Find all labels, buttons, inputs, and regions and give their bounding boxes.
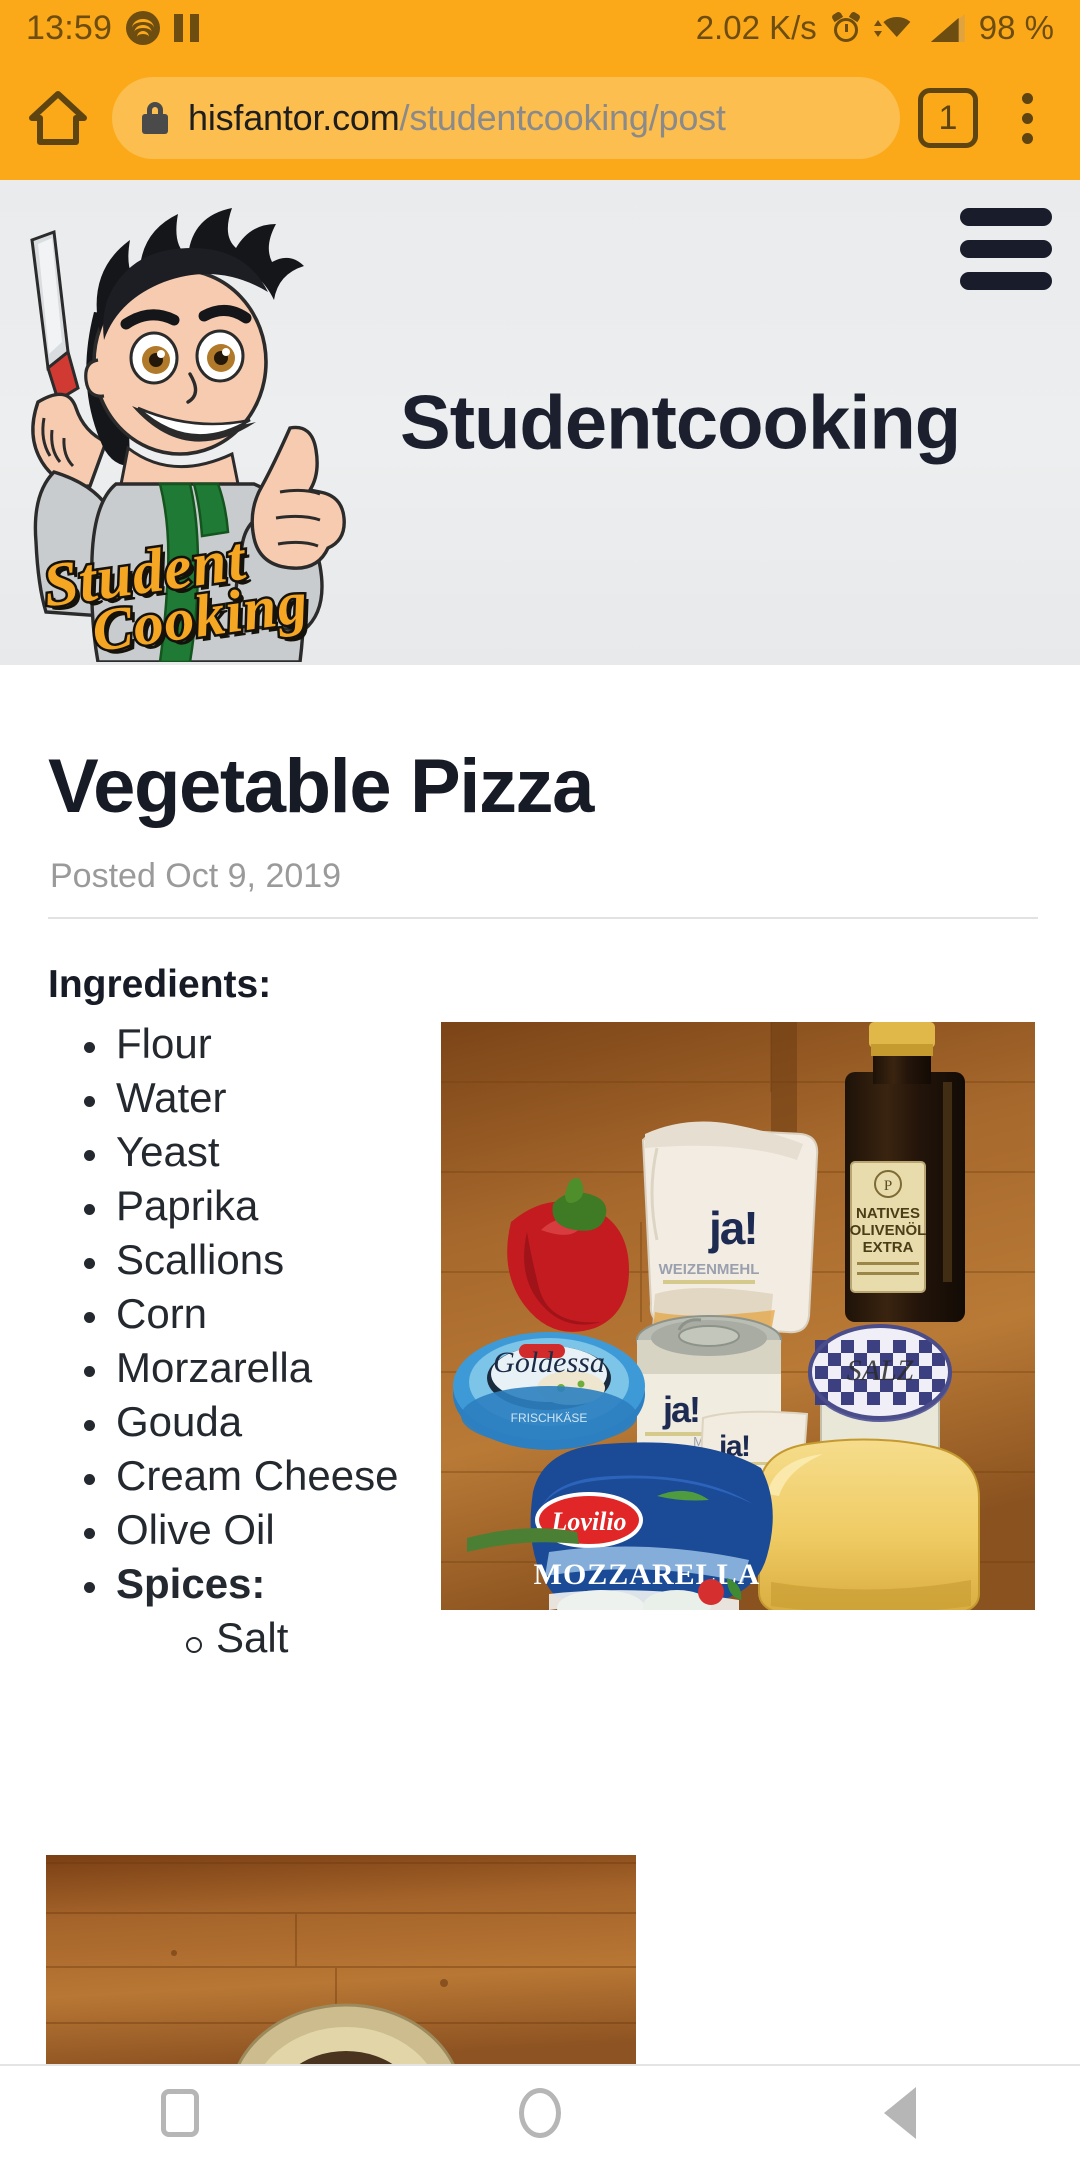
- cellular-signal-icon: [930, 14, 965, 42]
- ingredients-photo: P NATIVES OLIVENÖL EXTRA ja! WEIZENMEHL …: [441, 1022, 1035, 1610]
- svg-text:EXTRA: EXTRA: [863, 1239, 914, 1256]
- spice-item: Salt: [170, 1614, 428, 1662]
- alarm-icon: [830, 10, 861, 43]
- ingredient-item: Gouda: [68, 1398, 428, 1446]
- svg-text:ja!: ja!: [708, 1202, 757, 1254]
- status-bar-left: 13:59: [26, 8, 200, 48]
- ingredient-item: Olive Oil: [68, 1506, 428, 1554]
- spices-list: Salt: [170, 1614, 428, 1662]
- ingredient-item: Spices: Salt: [68, 1560, 428, 1662]
- ingredient-label: Spices:: [116, 1559, 266, 1607]
- second-photo: [46, 1855, 636, 2070]
- back-button[interactable]: [720, 2087, 1080, 2139]
- hamburger-menu-icon[interactable]: [960, 208, 1052, 290]
- wifi-icon: [873, 13, 917, 43]
- ingredient-label: Olive Oil: [116, 1505, 275, 1553]
- browser-toolbar: hisfantor.com/studentcooking/post 1: [0, 56, 1080, 180]
- site-title: Studentcooking: [400, 380, 961, 465]
- phone-screen: 13:59 2.02 K/s 98 % hisfantor.com/studen…: [0, 0, 1080, 2160]
- ingredient-item: Yeast: [68, 1128, 428, 1176]
- svg-text:ja!: ja!: [662, 1389, 699, 1430]
- site-header: Student Cooking Studentcooking: [0, 180, 1080, 665]
- divider: [48, 917, 1038, 919]
- ingredient-item: Water: [68, 1074, 428, 1122]
- ingredient-label: Scallions: [116, 1235, 285, 1283]
- svg-text:NATIVES: NATIVES: [856, 1205, 920, 1222]
- spotify-icon: [126, 11, 161, 45]
- svg-text:OLIVENÖL: OLIVENÖL: [850, 1222, 927, 1239]
- status-time: 13:59: [26, 8, 113, 47]
- svg-text:MOZZARELLA: MOZZARELLA: [534, 1558, 761, 1591]
- ingredient-item: Corn: [68, 1290, 428, 1338]
- svg-text:SALZ: SALZ: [847, 1354, 914, 1387]
- ingredient-label: Corn: [116, 1289, 208, 1337]
- tab-counter-button[interactable]: 1: [918, 88, 978, 148]
- ingredient-label: Paprika: [116, 1181, 259, 1229]
- url-domain: hisfantor.com: [188, 97, 400, 138]
- kebab-menu-icon[interactable]: [1004, 92, 1050, 144]
- ingredient-item: Flour: [68, 1020, 428, 1068]
- ingredient-label: Cream Cheese: [116, 1451, 399, 1499]
- home-icon[interactable]: [26, 86, 90, 150]
- back-triangle-icon: [884, 2087, 916, 2139]
- ingredients-heading: Ingredients:: [48, 963, 272, 1006]
- svg-text:P: P: [884, 1178, 892, 1194]
- url-text: hisfantor.com/studentcooking/post: [188, 97, 726, 139]
- post-date: Posted Oct 9, 2019: [50, 857, 342, 895]
- recents-button[interactable]: [0, 2089, 360, 2137]
- ingredient-item: Paprika: [68, 1182, 428, 1230]
- android-navigation-bar: [0, 2064, 1080, 2160]
- ingredient-item: Cream Cheese: [68, 1452, 428, 1500]
- svg-text:Goldessa: Goldessa: [493, 1346, 605, 1379]
- url-path: /studentcooking/post: [399, 97, 726, 138]
- lock-icon: [142, 102, 168, 134]
- spice-label: Salt: [216, 1613, 289, 1661]
- home-circle-icon: [519, 2088, 561, 2138]
- page-title: Vegetable Pizza: [48, 744, 594, 829]
- ingredient-item: Scallions: [68, 1236, 428, 1284]
- svg-text:WEIZENMEHL: WEIZENMEHL: [659, 1261, 760, 1278]
- ingredient-item: Morzarella: [68, 1344, 428, 1392]
- ingredient-label: Flour: [116, 1020, 212, 1067]
- ingredients-list: Flour Water Yeast Paprika Scallions Corn Morza…: [68, 1020, 428, 1668]
- ingredient-label: Yeast: [116, 1127, 220, 1175]
- ingredient-label: Water: [116, 1073, 227, 1121]
- svg-text:FRISCHKÄSE: FRISCHKÄSE: [511, 1411, 588, 1425]
- pause-icon: [174, 14, 200, 42]
- ingredient-label: Gouda: [116, 1397, 243, 1445]
- data-rate-label: 2.02 K/s: [695, 9, 817, 46]
- status-bar-right: 2.02 K/s 98 %: [696, 9, 1054, 47]
- recents-square-icon: [161, 2089, 199, 2137]
- status-bar: 13:59 2.02 K/s 98 %: [0, 0, 1080, 56]
- battery-label: 98 %: [978, 9, 1054, 46]
- ingredient-label: Morzarella: [116, 1343, 313, 1391]
- home-button[interactable]: [360, 2088, 720, 2138]
- address-bar[interactable]: hisfantor.com/studentcooking/post: [112, 77, 900, 159]
